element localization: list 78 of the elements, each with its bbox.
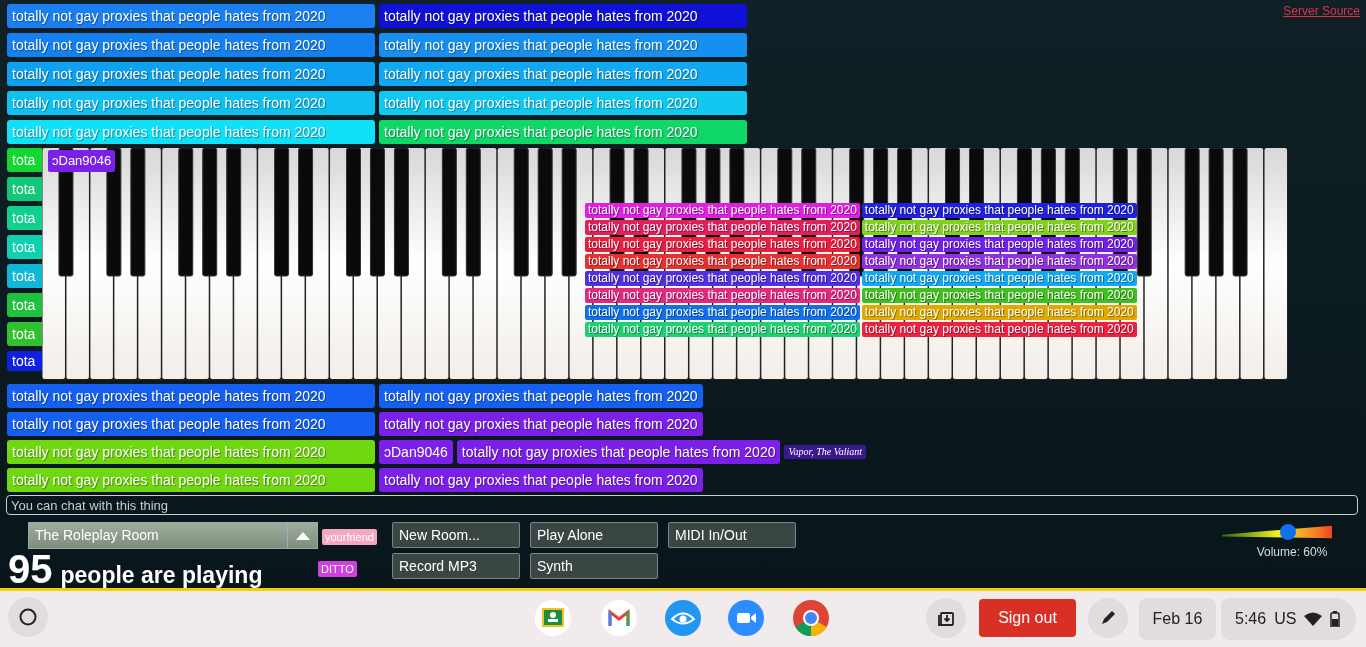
chat-message: tota bbox=[7, 235, 42, 259]
chat-message: totally not gay proxies that people hates from 2020 bbox=[585, 322, 860, 337]
chat-message: totally not gay proxies that people hates from 2020 bbox=[379, 384, 703, 408]
cursor-name-tag: Vapor, The Valiant bbox=[784, 445, 867, 459]
menu-button[interactable]: New Room... bbox=[392, 522, 520, 548]
chat-message: totally not gay proxies that people hates from 2020 bbox=[379, 33, 747, 57]
chat-message: totally not gay proxies that people hates from 2020 bbox=[585, 305, 860, 320]
browser-icon[interactable] bbox=[793, 600, 829, 636]
sign-out-button[interactable]: Sign out bbox=[979, 599, 1076, 637]
mail-icon[interactable] bbox=[601, 600, 637, 636]
chat-message: totally not gay proxies that people hates from 2020 bbox=[861, 322, 1137, 337]
chat-message: totally not gay proxies that people hates from 2020 bbox=[7, 120, 375, 144]
launcher-icon bbox=[19, 608, 37, 626]
name-tag: ɔDan9046 bbox=[379, 440, 453, 464]
battery-icon bbox=[1330, 611, 1341, 627]
chat-message: totally not gay proxies that people hates from 2020 bbox=[585, 271, 860, 286]
players-label: people are playing bbox=[60, 561, 263, 589]
chat-message: totally not gay proxies that people hates from 2020 bbox=[7, 440, 375, 464]
chat-message: totally not gay proxies that people hates from 2020 bbox=[861, 254, 1137, 269]
pen-icon bbox=[1099, 609, 1117, 627]
launcher-button[interactable] bbox=[8, 597, 48, 637]
chat-message: totally not gay proxies that people hates from 2020 bbox=[861, 288, 1137, 303]
chat-message: totally not gay proxies that people hates from 2020 bbox=[379, 468, 703, 492]
classroom-icon[interactable] bbox=[535, 600, 571, 636]
chat-message: totally not gay proxies that people hates from 2020 bbox=[861, 220, 1137, 235]
chat-message: totally not gay proxies that people hates from 2020 bbox=[585, 288, 860, 303]
chat-message: tota bbox=[7, 322, 42, 346]
chat-message: tota bbox=[7, 264, 42, 288]
menu-button[interactable]: MIDI In/Out bbox=[668, 522, 796, 548]
chat-message: totally not gay proxies that people hates from 2020 bbox=[7, 412, 375, 436]
chat-message: totally not gay proxies that people hates from 2020 bbox=[861, 305, 1137, 320]
chat-message: totally not gay proxies that people hates from 2020 bbox=[585, 220, 860, 235]
video-camera-icon[interactable] bbox=[728, 600, 764, 636]
chat-message: totally not gay proxies that people hates from 2020 bbox=[585, 254, 860, 269]
chat-message: totally not gay proxies that people hates from 2020 bbox=[379, 4, 747, 28]
stylus-button[interactable] bbox=[1088, 598, 1128, 638]
wifi-icon bbox=[1304, 612, 1323, 626]
chat-input-field[interactable]: You can chat with this thing bbox=[6, 495, 1358, 515]
player-count: 95 bbox=[8, 549, 53, 589]
eye-icon[interactable] bbox=[665, 600, 701, 636]
chat-message: totally not gay proxies that people hates from 2020 bbox=[861, 271, 1137, 286]
name-tag: ɔDan9046 bbox=[48, 150, 116, 172]
input-locale: US bbox=[1274, 609, 1297, 629]
chat-message: totally not gay proxies that people hates from 2020 bbox=[7, 62, 375, 86]
chat-message: tota bbox=[7, 293, 42, 317]
menu-button[interactable]: Record MP3 bbox=[392, 553, 520, 579]
room-name: The Roleplay Room bbox=[34, 526, 160, 545]
chat-message: totally not gay proxies that people hates from 2020 bbox=[585, 237, 860, 252]
chat-message: totally not gay proxies that people hates from 2020 bbox=[379, 412, 703, 436]
chat-message: totally not gay proxies that people hates from 2020 bbox=[379, 120, 747, 144]
clock-time: 5:46 bbox=[1235, 609, 1267, 629]
caret-icon bbox=[295, 531, 310, 540]
chat-message: totally not gay proxies that people hates from 2020 bbox=[456, 440, 781, 464]
chat-message: totally not gay proxies that people hates from 2020 bbox=[585, 203, 860, 218]
chat-message: totally not gay proxies that people hates from 2020 bbox=[379, 91, 747, 115]
holding-space-button[interactable] bbox=[926, 598, 966, 638]
volume-thumb[interactable] bbox=[1280, 524, 1296, 540]
chat-message: tota bbox=[7, 148, 42, 172]
cursor-name-tag: DITTO bbox=[318, 561, 357, 577]
menu-button[interactable]: Play Alone bbox=[530, 522, 658, 548]
chat-message: tota bbox=[7, 351, 42, 371]
chat-message: tota bbox=[7, 177, 42, 201]
cursor-name-tag: yourfriend bbox=[322, 529, 377, 545]
chat-message: totally not gay proxies that people hates from 2020 bbox=[861, 203, 1137, 218]
chat-message: tota bbox=[7, 206, 42, 230]
menu-button[interactable]: Synth bbox=[530, 553, 658, 579]
download-tray-icon bbox=[937, 609, 955, 627]
date-display[interactable]: Feb 16 bbox=[1139, 598, 1216, 640]
chat-message: totally not gay proxies that people hates from 2020 bbox=[7, 33, 375, 57]
server-source-link[interactable]: Server Source bbox=[1283, 2, 1360, 20]
chat-message: totally not gay proxies that people hates from 2020 bbox=[7, 384, 375, 408]
volume-label: Volume: 60% bbox=[1256, 544, 1328, 561]
chat-message: totally not gay proxies that people hates from 2020 bbox=[7, 468, 375, 492]
chat-message: totally not gay proxies that people hates from 2020 bbox=[379, 62, 747, 86]
chat-message: totally not gay proxies that people hates from 2020 bbox=[7, 4, 375, 28]
chat-message: totally not gay proxies that people hates from 2020 bbox=[861, 237, 1137, 252]
status-area[interactable]: 5:46 US bbox=[1221, 598, 1356, 640]
chat-message: totally not gay proxies that people hates from 2020 bbox=[7, 91, 375, 115]
